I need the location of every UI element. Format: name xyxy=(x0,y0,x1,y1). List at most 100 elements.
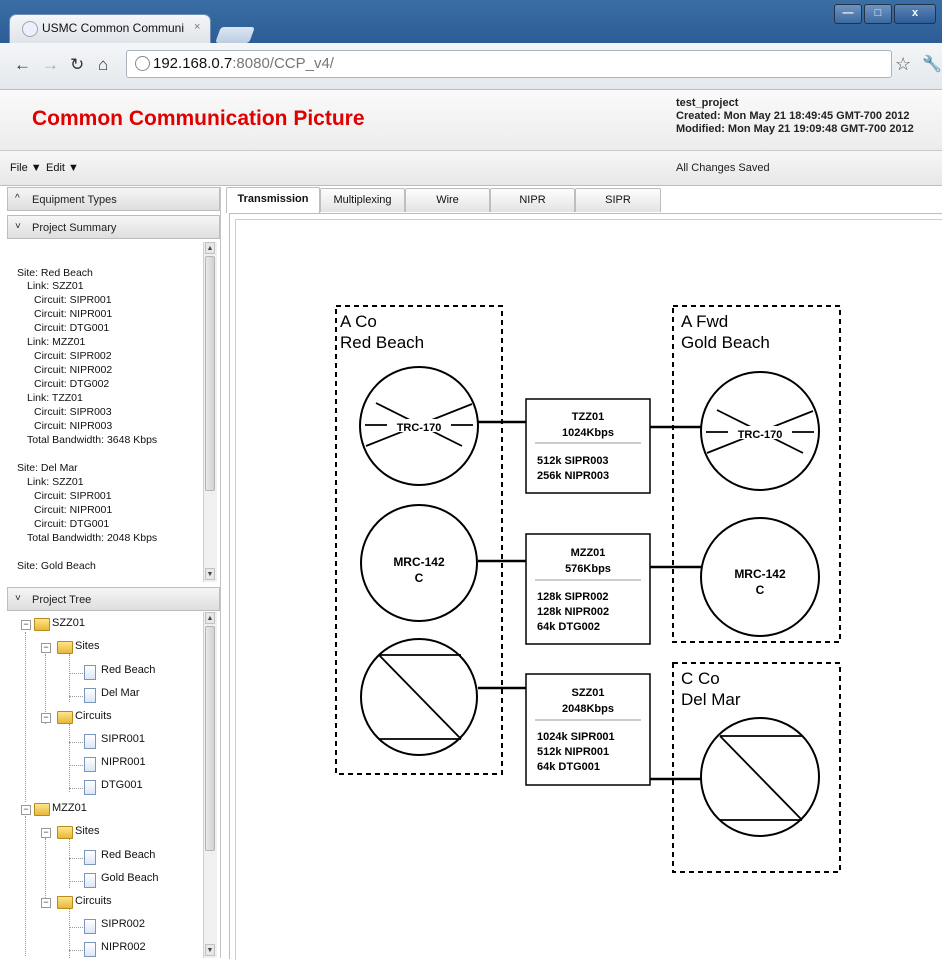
globe-icon xyxy=(135,56,150,71)
tab-sipr[interactable]: SIPR xyxy=(575,188,661,212)
tree-scrollbar[interactable]: ▲ ▼ xyxy=(203,612,217,958)
address-bar[interactable]: 192.168.0.7:8080/CCP_v4/ xyxy=(126,50,892,78)
collapse-arrow-icon: ˅ xyxy=(15,593,21,604)
project-tree: − SZZ01 − Sites Red Beach Del Mar − Circ… xyxy=(7,612,205,958)
equipment-label: TRC-170 xyxy=(738,429,783,441)
collapse-toggle[interactable]: − xyxy=(41,828,51,838)
circuit-allocation: 128k SIPR002 xyxy=(537,591,609,603)
tab-wire[interactable]: Wire xyxy=(405,188,490,212)
equipment-types-header[interactable]: ^ Equipment Types xyxy=(7,187,220,211)
maximize-button[interactable]: □ xyxy=(864,4,892,24)
window-close-button[interactable]: x xyxy=(894,4,936,24)
new-tab-button[interactable] xyxy=(215,27,255,43)
tab-close-icon[interactable]: × xyxy=(194,21,200,33)
browser-toolbar: ← → ↻ ⌂ 192.168.0.7:8080/CCP_v4/ ☆ 🔧 xyxy=(0,43,942,90)
equipment-label: MRC-142 xyxy=(393,555,445,569)
folder-icon xyxy=(57,711,73,724)
tree-node[interactable]: MZZ01 xyxy=(52,802,87,814)
document-icon xyxy=(84,734,96,749)
browser-tab-title: USMC Common Communi xyxy=(42,21,185,35)
project-info: test_project Created: Mon May 21 18:49:4… xyxy=(676,97,914,136)
link-name: MZZ01 xyxy=(571,547,606,559)
tab-multiplexing[interactable]: Multiplexing xyxy=(320,188,405,212)
summary-line: Link: SZZ01 xyxy=(27,280,84,292)
menu-bar: File ▼ Edit ▼ All Changes Saved xyxy=(0,151,942,186)
tree-node[interactable]: NIPR002 xyxy=(101,941,146,953)
tree-node[interactable]: Circuits xyxy=(75,895,112,907)
site-name: A Co xyxy=(340,312,377,331)
network-diagram[interactable]: A Co Red Beach A Fwd Gold Beach C Co Del… xyxy=(229,213,942,958)
scroll-thumb[interactable] xyxy=(205,256,215,491)
tree-node[interactable]: NIPR001 xyxy=(101,756,146,768)
file-menu[interactable]: File ▼ xyxy=(10,162,42,174)
collapse-toggle[interactable]: − xyxy=(41,643,51,653)
circuit-allocation: 256k NIPR003 xyxy=(537,470,609,482)
collapse-toggle[interactable]: − xyxy=(21,620,31,630)
summary-line: Site: Red Beach xyxy=(17,267,93,279)
document-icon xyxy=(84,688,96,703)
summary-line: Circuit: NIPR002 xyxy=(34,364,113,376)
equipment-sub-label: C xyxy=(415,571,424,585)
minimize-button[interactable]: — xyxy=(834,4,862,24)
scroll-down-icon[interactable]: ▼ xyxy=(205,568,215,580)
scroll-up-icon[interactable]: ▲ xyxy=(205,242,215,254)
summary-line: Link: TZZ01 xyxy=(27,392,83,404)
document-icon xyxy=(84,873,96,888)
summary-line: Circuit: SIPR001 xyxy=(34,294,112,306)
site-location: Red Beach xyxy=(340,333,424,352)
link-name: TZZ01 xyxy=(572,411,604,423)
url-text: 192.168.0.7:8080/CCP_v4/ xyxy=(153,55,334,72)
document-icon xyxy=(84,942,96,957)
summary-scrollbar[interactable]: ▲ ▼ xyxy=(203,242,217,582)
tree-node[interactable]: Gold Beach xyxy=(101,872,158,884)
project-summary-header[interactable]: ˅ Project Summary xyxy=(7,215,220,239)
link-rate: 2048Kbps xyxy=(562,703,614,715)
tree-node[interactable]: DTG001 xyxy=(101,779,143,791)
browser-tab[interactable]: USMC Common Communi × xyxy=(10,15,210,43)
collapse-toggle[interactable]: − xyxy=(41,713,51,723)
link-name: SZZ01 xyxy=(571,687,604,699)
document-icon xyxy=(84,757,96,772)
tree-node[interactable]: SIPR002 xyxy=(101,918,145,930)
save-status: All Changes Saved xyxy=(676,162,770,174)
circuit-allocation: 128k NIPR002 xyxy=(537,606,609,618)
wrench-icon[interactable]: 🔧 xyxy=(922,54,942,74)
project-modified: Modified: Mon May 21 19:09:48 GMT-700 20… xyxy=(676,123,914,135)
tree-node[interactable]: Del Mar xyxy=(101,687,140,699)
collapse-toggle[interactable]: − xyxy=(41,898,51,908)
app-header: Common Communication Picture test_projec… xyxy=(0,90,942,151)
summary-line: Circuit: DTG001 xyxy=(34,322,110,334)
scroll-thumb[interactable] xyxy=(205,626,215,851)
tab-nipr[interactable]: NIPR xyxy=(490,188,575,212)
tree-node[interactable]: Sites xyxy=(75,640,99,652)
tree-node[interactable]: Sites xyxy=(75,825,99,837)
left-sidebar: ^ Equipment Types ˅ Project Summary Site… xyxy=(7,187,221,958)
summary-line: Link: MZZ01 xyxy=(27,336,86,348)
scroll-up-icon[interactable]: ▲ xyxy=(205,612,215,624)
view-tabs: Transmission Multiplexing Wire NIPR SIPR xyxy=(226,187,942,213)
bookmark-star-icon[interactable]: ☆ xyxy=(895,54,911,75)
tree-node[interactable]: SZZ01 xyxy=(52,617,85,629)
tree-node[interactable]: Circuits xyxy=(75,710,112,722)
edit-menu[interactable]: Edit ▼ xyxy=(46,162,79,174)
project-name: test_project xyxy=(676,97,739,109)
scroll-down-icon[interactable]: ▼ xyxy=(205,944,215,956)
site-name: A Fwd xyxy=(681,312,728,331)
tree-node[interactable]: Red Beach xyxy=(101,849,155,861)
reload-icon[interactable]: ↻ xyxy=(70,55,84,75)
circuit-allocation: 512k SIPR003 xyxy=(537,455,609,467)
project-tree-header[interactable]: ˅ Project Tree xyxy=(7,587,220,611)
site-location: Gold Beach xyxy=(681,333,770,352)
summary-line: Circuit: NIPR001 xyxy=(34,504,113,516)
document-icon xyxy=(84,665,96,680)
forward-arrow-icon[interactable]: → xyxy=(42,55,59,75)
home-icon[interactable]: ⌂ xyxy=(98,55,108,75)
collapse-toggle[interactable]: − xyxy=(21,805,31,815)
tree-node[interactable]: SIPR001 xyxy=(101,733,145,745)
tree-node[interactable]: Red Beach xyxy=(101,664,155,676)
summary-line: Circuit: NIPR003 xyxy=(34,420,113,432)
site-location: Del Mar xyxy=(681,690,741,709)
tab-transmission[interactable]: Transmission xyxy=(226,187,320,213)
summary-line: Circuit: SIPR002 xyxy=(34,350,112,362)
back-arrow-icon[interactable]: ← xyxy=(14,55,31,75)
